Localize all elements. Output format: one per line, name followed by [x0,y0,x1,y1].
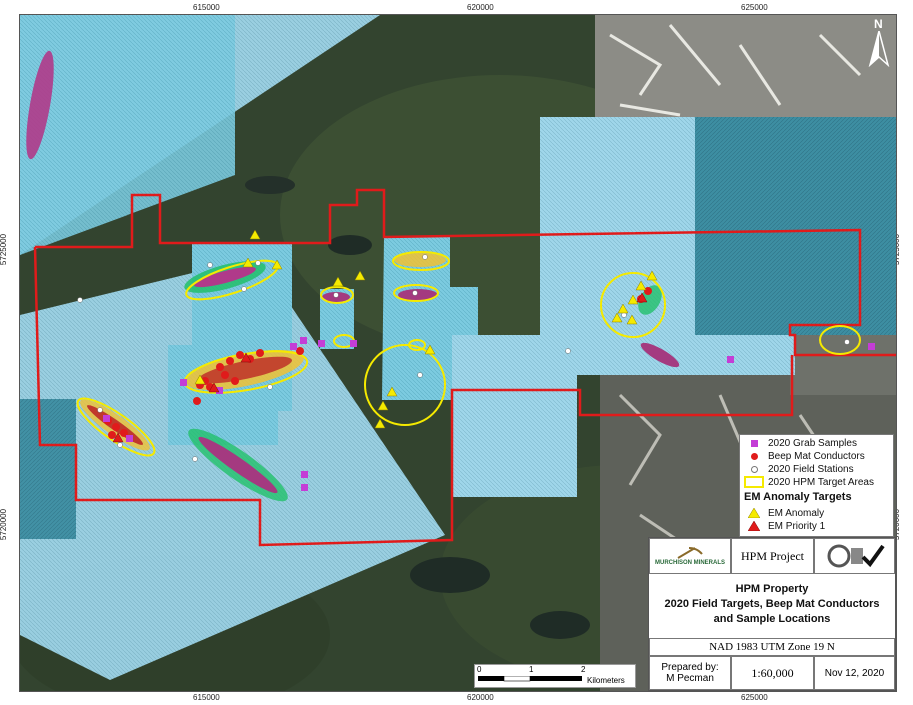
pickaxe-icon [677,547,703,559]
em-survey-tile-west [20,399,76,539]
y-coord-label: 5720000 [0,508,9,541]
scale-tick: 0 [477,665,482,674]
map-title: HPM Property 2020 Field Targets, Beep Ma… [649,582,895,627]
legend-label: EM Anomaly [768,507,825,519]
north-arrow: N [868,17,890,67]
title-block: MURCHISON MINERALS HPM Project HPM Prope… [648,537,896,691]
triangle-icon [748,508,760,518]
legend-item-em-priority: EM Priority 1 [744,520,825,532]
legend-item-grab-samples: 2020 Grab Samples [744,437,857,449]
scale-tick: 2 [581,665,586,674]
lake [410,557,490,593]
legend-label: 2020 Grab Samples [768,437,857,449]
scale-tick: 1 [529,665,534,674]
map-scale: 1:60,000 [731,656,814,690]
company-logo-cell: MURCHISON MINERALS [649,538,731,574]
map-legend: 2020 Grab Samples Beep Mat Conductors 20… [739,434,894,537]
lake [245,176,295,194]
legend-item-field-stations: 2020 Field Stations [744,463,854,475]
legend-item-beep-mat: Beep Mat Conductors [744,450,865,462]
projection-label: NAD 1983 UTM Zone 19 N [649,638,895,656]
map-date: Nov 12, 2020 [814,656,895,690]
circle-icon [750,452,758,460]
client-logo-icon [827,544,885,568]
legend-label: 2020 Field Stations [768,463,854,475]
x-coord-label: 615000 [193,3,220,12]
title-line: HPM Property [735,583,809,595]
rect-outline-icon [744,476,764,488]
legend-label: Beep Mat Conductors [768,450,865,462]
prepared-by-cell: Prepared by: M Pecman [649,656,731,690]
north-arrow-icon [868,31,890,67]
x-coord-label: 620000 [467,693,494,702]
x-coord-label: 615000 [193,693,220,702]
x-coord-label: 620000 [467,3,494,12]
lake [530,611,590,639]
scale-bar-graphic [478,676,582,682]
legend-label: EM Priority 1 [768,520,826,532]
scale-bar: 0 1 2 Kilometers [474,664,636,688]
x-coord-label: 625000 [741,3,768,12]
em-survey-tile-far-east [695,117,896,335]
legend-label: 2020 HPM Target Areas [768,476,874,488]
title-line: 2020 Field Targets, Beep Mat Conductors [664,598,880,610]
scale-unit: Kilometers [587,676,625,685]
client-logo-cell [814,538,895,574]
prepared-label: Prepared by: [661,662,719,673]
square-icon [750,439,758,447]
project-name: HPM Project [731,538,814,574]
title-line: and Sample Locations [713,613,831,625]
prepared-name: M Pecman [666,673,714,684]
x-coord-label: 625000 [741,693,768,702]
legend-em-header: EM Anomaly Targets [744,491,852,503]
y-coord-label: 5725000 [0,233,9,266]
legend-item-target-areas: 2020 HPM Target Areas [744,476,874,488]
small-circle-icon [750,465,758,473]
legend-item-em-anomaly: EM Anomaly [744,507,824,519]
triangle-icon [748,521,760,531]
company-name: MURCHISON MINERALS [655,560,725,566]
north-label: N [874,17,883,31]
lake [328,235,372,255]
